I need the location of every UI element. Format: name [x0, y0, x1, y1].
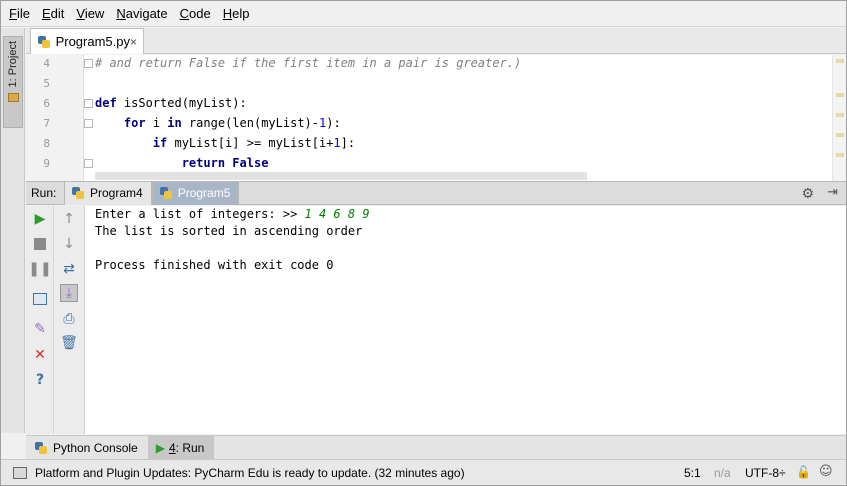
tool-tab-python-console[interactable]: Python Console	[26, 436, 148, 460]
trash-icon[interactable]: 🗑	[60, 334, 78, 352]
console-line-result: The list is sorted in ascending order	[95, 224, 363, 238]
error-stripe-mark[interactable]	[836, 153, 844, 157]
code-line-6: def isSorted(myList):	[95, 96, 247, 110]
menu-edit[interactable]: Edit	[36, 1, 70, 27]
lock-icon[interactable]: 🔓	[796, 465, 811, 479]
line-number: 5	[43, 77, 50, 90]
python-icon	[34, 441, 48, 455]
run-console-output[interactable]: Enter a list of integers: >> 1 4 6 8 9 T…	[85, 206, 846, 434]
status-bar: Platform and Plugin Updates: PyCharm Edu…	[1, 459, 846, 485]
pause-icon[interactable]: ❚❚	[28, 260, 51, 278]
print-icon[interactable]: ⎙	[60, 310, 78, 328]
line-gutter: 4 5 6 7 8 9	[26, 55, 84, 181]
menu-code[interactable]: Code	[174, 1, 217, 27]
run-tab-label: Program5	[177, 186, 231, 200]
console-user-input: 1 4 6 8 9	[304, 207, 370, 221]
menu-view[interactable]: View	[70, 1, 110, 27]
rerun-icon[interactable]: ▶	[31, 210, 49, 228]
editor-scrollbar[interactable]	[832, 55, 846, 181]
code-line-9: return False	[181, 156, 269, 170]
console-line-exit: Process finished with exit code 0	[95, 258, 334, 272]
toggle-tool-windows-icon[interactable]	[13, 466, 27, 479]
line-number: 6	[43, 97, 50, 110]
code-line-7: for i in range(len(myList)-1):	[123, 116, 341, 130]
run-toolbar-secondary: ↑ ↓ ⇄ ⤓ ⎙ 🗑	[55, 206, 85, 434]
menu-navigate[interactable]: Navigate	[110, 1, 173, 27]
project-tab-label: 1: Project	[7, 41, 19, 88]
line-number: 8	[43, 137, 50, 150]
error-stripe-mark[interactable]	[836, 93, 844, 97]
arrow-down-icon[interactable]: ↓	[60, 235, 78, 253]
error-stripe-mark[interactable]	[836, 133, 844, 137]
ide-window: File Edit View Navigate Code Help 1: Pro…	[0, 0, 847, 486]
editor-tab-label: Program5.py	[55, 34, 130, 49]
caret-position[interactable]: 5:1	[684, 466, 701, 480]
file-encoding[interactable]: UTF-8÷	[745, 466, 786, 480]
run-toolbar-primary: ▶ ❚❚ ✎ ✕ ?	[26, 206, 54, 434]
code-line-4: # and return False if the first item in …	[95, 56, 522, 70]
folder-icon	[7, 93, 19, 103]
error-stripe-mark[interactable]	[836, 113, 844, 117]
line-separator: n/a	[714, 466, 731, 480]
menu-file[interactable]: File	[3, 1, 36, 27]
stop-icon[interactable]	[31, 235, 49, 253]
arrow-up-icon[interactable]: ↑	[60, 210, 78, 228]
bottom-tool-tabs: Python Console ▶ 4: Run	[26, 435, 846, 460]
pin-icon[interactable]: ✎	[31, 320, 49, 338]
inspector-face-icon[interactable]: ☺	[819, 464, 833, 479]
editor-tab-bar: Program5.py ×	[26, 28, 846, 54]
restore-layout-icon[interactable]	[31, 290, 49, 308]
code-editor[interactable]: 4 5 6 7 8 9 # and return False if the fi…	[26, 55, 846, 181]
error-stripe-mark[interactable]	[836, 59, 844, 63]
run-tab-program5[interactable]: Program5	[151, 181, 240, 205]
code-line-8: if myList[i] >= myList[i+1]:	[152, 136, 356, 150]
fold-marker-icon[interactable]	[84, 159, 93, 168]
hide-panel-icon[interactable]: ⇥	[827, 185, 838, 200]
python-icon	[159, 186, 173, 200]
status-message[interactable]: Platform and Plugin Updates: PyCharm Edu…	[35, 466, 465, 480]
left-tool-strip: 1: Project	[1, 28, 25, 433]
soft-wrap-icon[interactable]: ⇄	[60, 260, 78, 278]
python-file-icon	[37, 35, 51, 49]
line-number: 4	[43, 57, 50, 70]
python-icon	[71, 186, 85, 200]
fold-marker-icon[interactable]	[84, 59, 93, 68]
fold-marker-icon[interactable]	[84, 119, 93, 128]
project-tool-tab[interactable]: 1: Project	[3, 36, 23, 128]
run-icon: ▶	[155, 440, 165, 455]
run-tab-program4[interactable]: Program4	[64, 181, 152, 205]
tool-tab-label: Python Console	[53, 440, 138, 455]
console-line-prompt: Enter a list of integers: >> 1 4 6 8 9	[95, 207, 370, 221]
run-tab-bar: Run: Program4 Program5 ⚙ ⇥	[26, 181, 846, 205]
run-label: Run:	[31, 186, 57, 200]
help-icon[interactable]: ?	[31, 371, 49, 389]
run-tab-label: Program4	[90, 186, 143, 200]
tool-tab-label: 4: Run	[168, 440, 205, 455]
gear-icon[interactable]: ⚙	[801, 186, 814, 202]
close-tab-icon[interactable]: ×	[130, 35, 137, 49]
fold-marker-icon[interactable]	[84, 99, 93, 108]
menu-help[interactable]: Help	[217, 1, 256, 27]
line-number: 9	[43, 157, 50, 170]
menu-bar: File Edit View Navigate Code Help	[1, 1, 846, 27]
close-icon[interactable]: ✕	[31, 346, 49, 364]
tool-tab-run[interactable]: ▶ 4: Run	[147, 435, 215, 460]
line-number: 7	[43, 117, 50, 130]
editor-horizontal-scrollbar[interactable]	[95, 172, 587, 180]
scroll-to-end-icon[interactable]: ⤓	[60, 284, 78, 302]
editor-tab-program5[interactable]: Program5.py ×	[30, 28, 144, 54]
